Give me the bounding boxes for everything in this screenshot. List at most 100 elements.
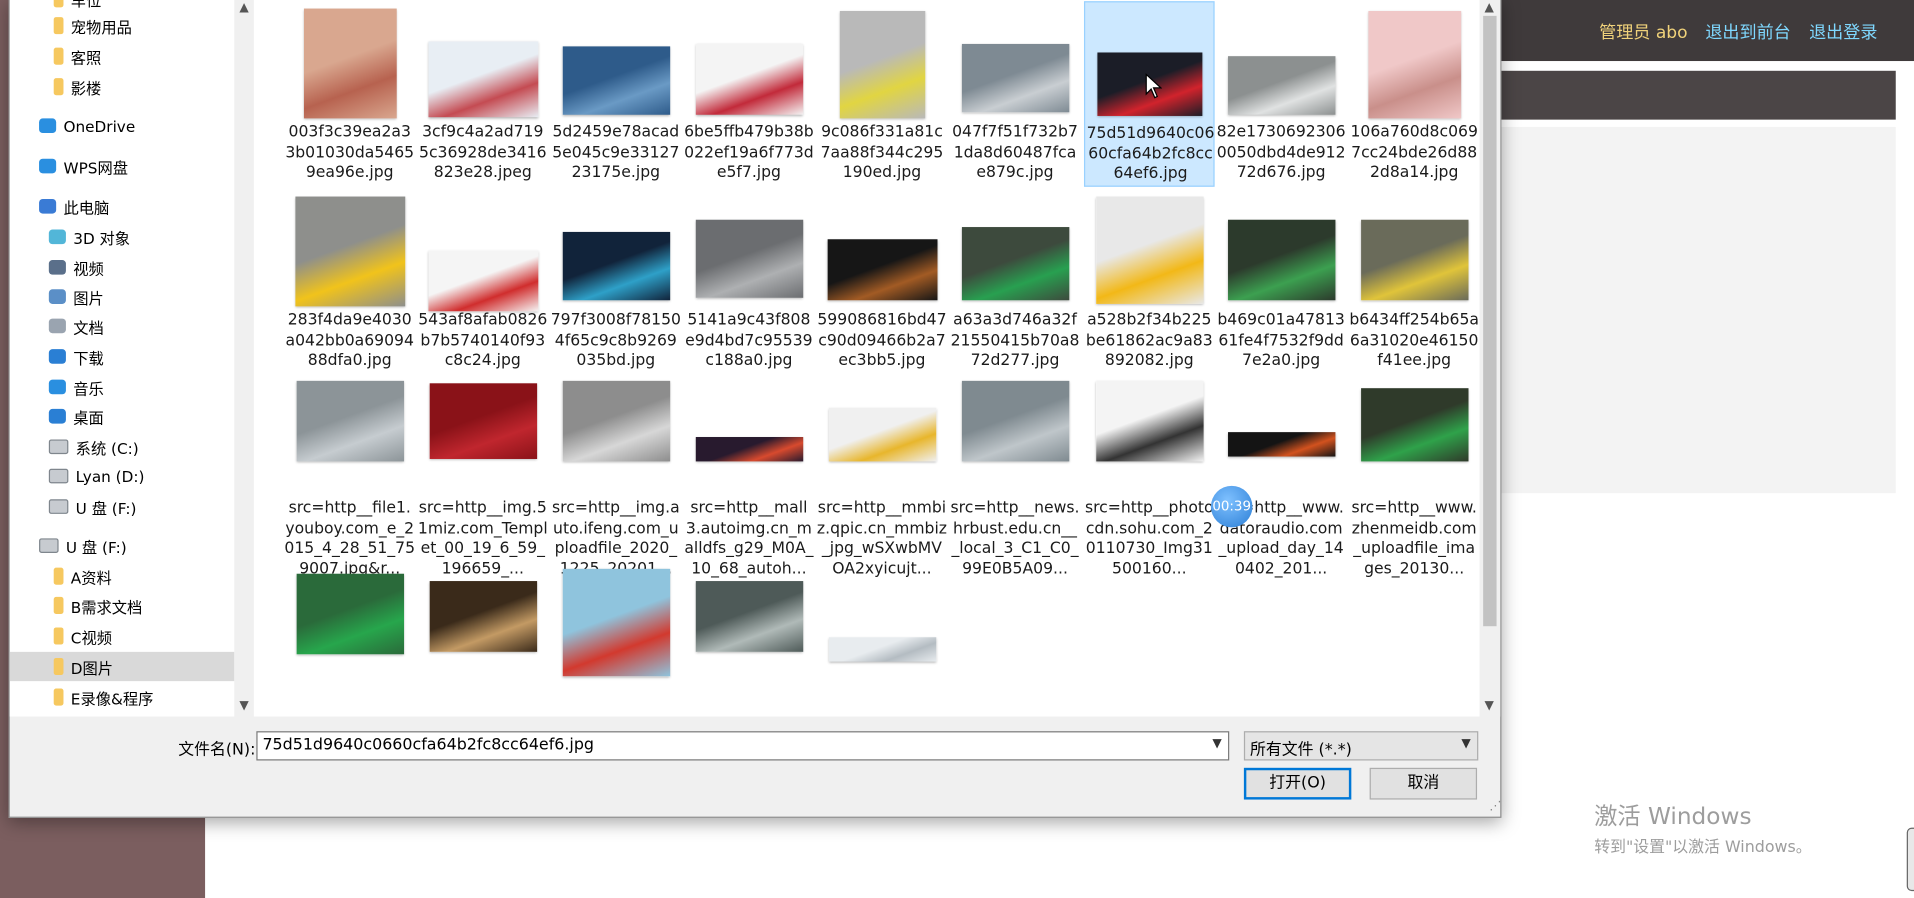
file-tile[interactable]: src=http__mmbiz.qpic.cn_mmbiz_jpg_wSXwbM… [817,377,948,578]
file-tile[interactable]: src=http__img.auto.ifeng.com_uploadfile_… [551,377,682,578]
file-tile[interactable] [417,565,548,716]
nav-item[interactable]: 视频 [10,253,235,282]
file-tile[interactable]: a528b2f34b225be61862ac9a83892082.jpg [1084,189,1215,375]
folder-icon [53,657,64,676]
scroll-down-arrow-icon[interactable]: ▼ [1479,697,1499,717]
nav-item-label: A资料 [70,568,112,587]
image-thumbnail [427,41,538,118]
file-tile[interactable]: 5d2459e78acad5e045c9e3312723175e.jpg [551,1,682,187]
file-tile[interactable]: 6be5ffb479b38b022ef19a6f773de5f7.jpg [684,1,815,187]
file-tile[interactable]: src=http__img.51miz.com_Templet_00_19_6_… [417,377,548,578]
file-tile[interactable]: 047f7f51f732b71da8d60487fcae879c.jpg [950,1,1081,187]
file-tile[interactable]: src=http__mall3.autoimg.cn_malldfs_g29_M… [684,377,815,578]
nav-item[interactable]: U 盘 (F:) [10,531,235,560]
nav-item[interactable]: D图片 [9,651,235,682]
filetype-select[interactable]: 所有文件 (*.*) ▼ [1243,731,1479,761]
file-tile[interactable]: 5141a9c43f808e9d4bd7c95539c188a0.jpg [684,189,815,375]
image-thumbnail [427,250,538,312]
nav-item[interactable]: WPS网盘 [10,151,235,180]
file-name: 283f4da9e4030a042bb0a6909488dfa0.jpg [285,311,414,370]
scrollbar-thumb[interactable] [1483,15,1497,627]
open-button[interactable]: 打开(O) [1243,767,1352,800]
file-tile[interactable]: 82e17306923060050dbd4de91272d676.jpg [1216,1,1347,187]
file-tile[interactable]: b469c01a4781361fe4f7532f9dd7e2a0.jpg [1216,189,1347,375]
file-tile[interactable]: 9c086f331a81c7aa88f344c295190ed.jpg [817,1,948,187]
chevron-down-icon[interactable]: ▼ [1208,736,1225,753]
nav-item-label: 此电脑 [63,198,110,217]
nav-item[interactable]: 影楼 [10,72,235,101]
nav-item-label: E录像&程序 [70,689,154,708]
nav-item-label: 客照 [70,48,102,67]
nav-item[interactable]: OneDrive [10,111,235,140]
nav-item[interactable]: B需求文档 [10,591,235,620]
image-thumbnail [1227,56,1335,115]
cancel-button[interactable]: 取消 [1369,767,1478,800]
navigation-pane[interactable]: 车位 宠物用品客照影楼 OneDrive WPS网盘此电脑 3D 对象 视频 图片 文档 下载音… [9,0,235,717]
file-name: 5d2459e78acad5e045c9e3312723175e.jpg [552,123,680,182]
nav-item[interactable]: 桌面 [10,402,235,431]
image-thumbnail [1367,10,1461,119]
file-tile[interactable]: a63a3d746a32f21550415b70a872d277.jpg [950,189,1081,375]
folder-icon [53,627,64,645]
watermark-subtitle: 转到"设置"以激活 Windows。 [1594,838,1812,857]
cloud-icon [39,118,57,134]
nav-item[interactable]: U 盘 (F:) [10,492,235,521]
file-tile[interactable]: src=http__photocdn.sohu.com_20110730_Img… [1084,377,1215,578]
image-thumbnail [303,8,397,119]
background-header: 管理员 abo 退出到前台 退出登录 [1499,0,1914,62]
folder-icon [53,17,64,35]
nav-item[interactable]: C视频 [10,621,235,650]
file-tile[interactable]: 797f3008f781504f65c9c8b9269035bd.jpg [551,189,682,375]
file-name: 003f3c39ea2a33b01030da54659ea96e.jpg [285,123,415,182]
nav-item[interactable]: 图片 [10,282,235,311]
file-tile[interactable]: src=http__www.zhenmeidb.com_uploadfile_i… [1349,377,1480,578]
resize-grip-icon[interactable]: ⋰ [1489,800,1501,813]
nav-item-label: D图片 [70,658,114,677]
file-tile[interactable]: 106a760d8c0697cc24bde26d882d8a14.jpg [1349,1,1480,187]
desktop-icon [48,408,66,424]
file-tile[interactable] [817,565,948,716]
file-tile[interactable]: 3cf9c4a2ad7195c36928de3416823e28.jpeg [417,1,548,187]
nav-item[interactable]: 下载 [10,342,235,371]
file-name: 599086816bd47c90d09466b2a7ec3bb5.jpg [817,311,947,370]
file-tile[interactable]: 599086816bd47c90d09466b2a7ec3bb5.jpg [817,189,948,375]
file-grid-scrollbar[interactable]: ▲ ▼ [1479,0,1501,717]
edge-handle[interactable] [1906,827,1914,892]
logout-link[interactable]: 退出登录 [1809,20,1877,44]
nav-item[interactable]: 3D 对象 [10,222,235,251]
filename-input[interactable]: 75d51d9640c0660cfa64b2fc8cc64ef6.jpg ▼ [256,731,1230,761]
back-to-front-link[interactable]: 退出到前台 [1705,20,1790,44]
file-tile[interactable]: src=http__file1.youboy.com_e_2015_4_28_5… [284,377,415,578]
file-grid: 003f3c39ea2a33b01030da54659ea96e.jpg 3cf9… [253,0,1480,717]
nav-item[interactable]: 文档 [10,311,235,340]
filetype-value[interactable]: 所有文件 (*.*) [1250,736,1352,759]
usb-drive-icon [39,538,59,553]
file-tile[interactable] [284,565,415,716]
file-name: b6434ff254b65a6a31020e46150f41ee.jpg [1349,311,1479,370]
file-tile[interactable] [684,565,815,716]
nav-item[interactable]: E录像&程序 [10,682,235,711]
file-tile[interactable] [551,565,682,716]
nav-item[interactable]: 音乐 [10,372,235,401]
nav-item[interactable]: 系统 (C:) [10,432,235,461]
file-tile[interactable]: src=http__www.datoraudio.com_upload_day_… [1216,377,1347,578]
navigation-scrollbar[interactable]: ▲ ▼ [234,0,254,717]
chevron-down-icon[interactable]: ▼ [1458,736,1475,753]
nav-item-label: 车位 [70,0,102,10]
file-tile[interactable]: 283f4da9e4030a042bb0a6909488dfa0.jpg [284,189,415,375]
file-tile[interactable]: src=http__news.hrbust.edu.cn___local_3_C… [950,377,1081,578]
nav-item[interactable]: 宠物用品 [10,11,235,40]
filename-value[interactable]: 75d51d9640c0660cfa64b2fc8cc64ef6.jpg [262,736,594,754]
nav-item-label: 系统 (C:) [75,438,139,458]
file-tile[interactable]: b6434ff254b65a6a31020e46150f41ee.jpg [1349,189,1480,375]
nav-item[interactable]: Lyan (D:) [10,461,235,490]
recording-timer: 00:39 [1210,485,1253,528]
nav-item[interactable]: 此电脑 [10,192,235,221]
file-tile[interactable]: 543af8afab0826b7b5740140f93c8c24.jpg [417,189,548,375]
file-tile[interactable]: 003f3c39ea2a33b01030da54659ea96e.jpg [284,1,415,187]
nav-item[interactable]: 客照 [10,42,235,71]
nav-item[interactable]: A资料 [10,562,235,591]
scroll-down-arrow-icon[interactable]: ▼ [234,697,254,717]
image-thumbnail [1095,196,1203,304]
scroll-up-arrow-icon[interactable]: ▲ [234,0,254,18]
